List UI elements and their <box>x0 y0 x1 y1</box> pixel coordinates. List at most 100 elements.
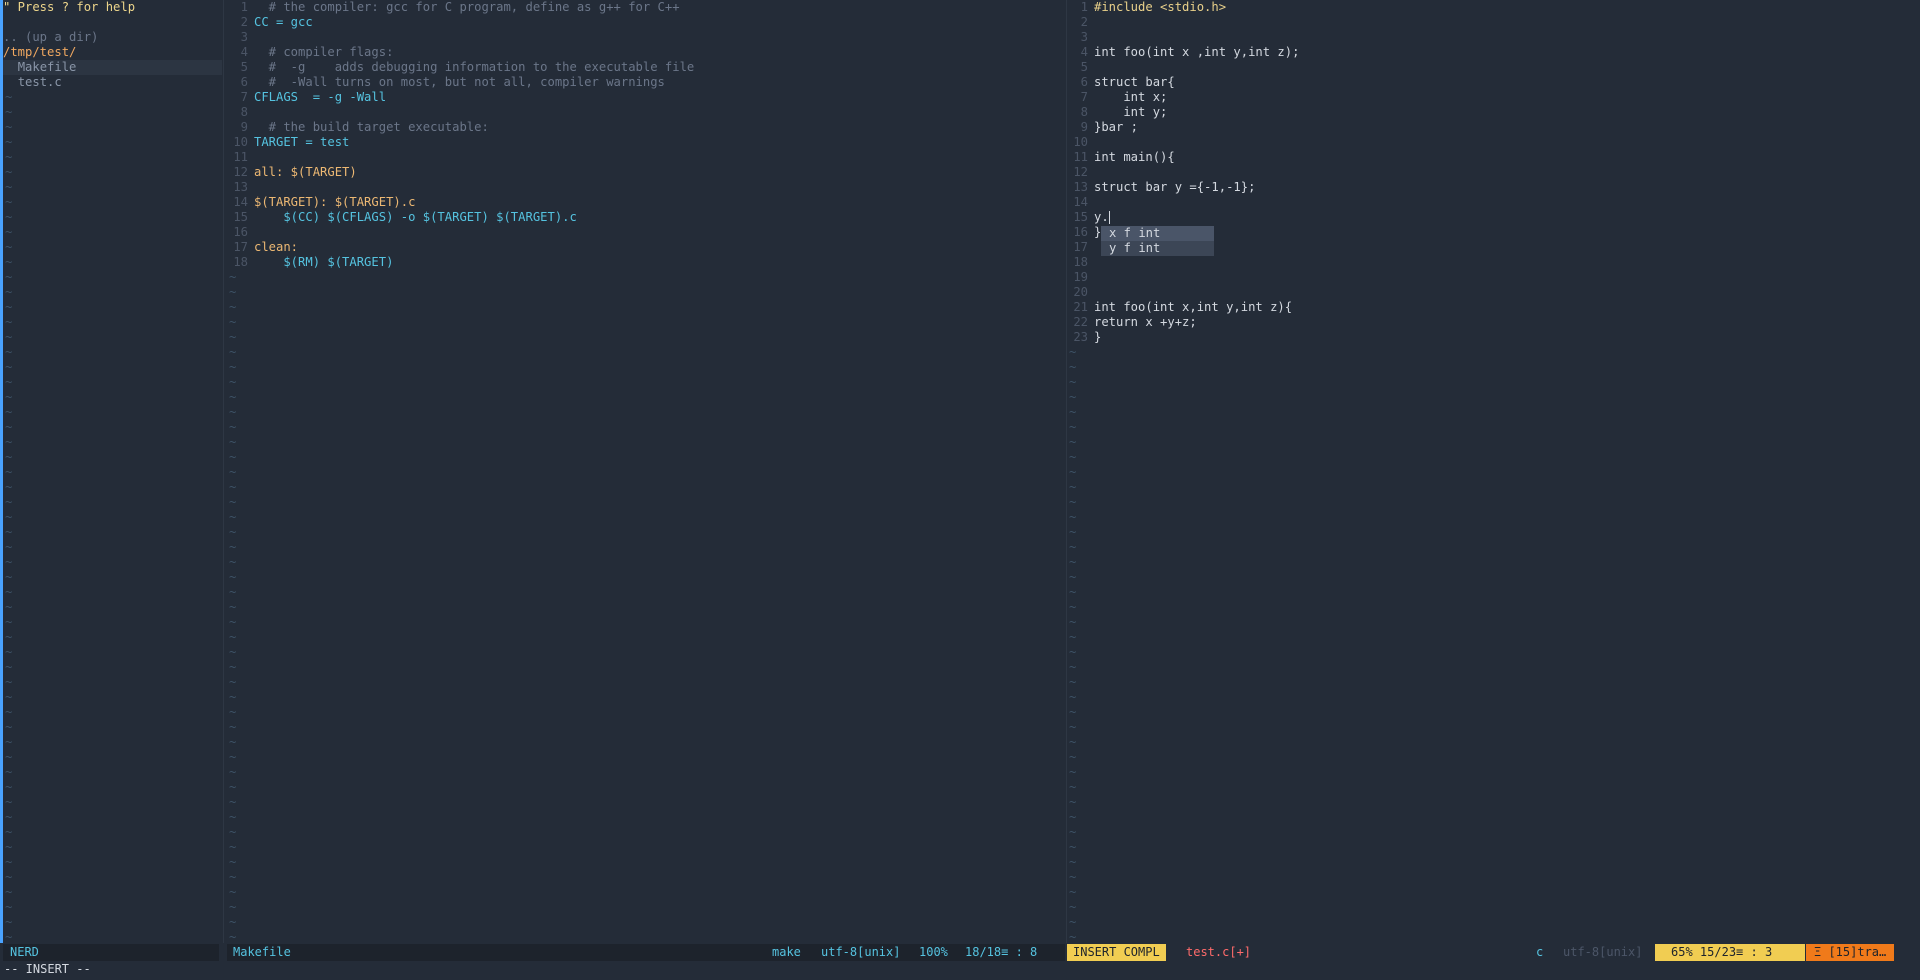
line-number: 6 <box>1080 75 1088 89</box>
code-line[interactable]: 3 <box>227 30 1065 45</box>
empty-line-marker: ~ <box>5 270 13 284</box>
code-line[interactable]: 2 CC = gcc <box>227 15 1065 30</box>
line-number: 11 <box>1073 150 1088 164</box>
empty-line-marker: ~ <box>229 480 237 494</box>
code-line[interactable]: 15 y. <box>1067 210 1920 225</box>
code-line[interactable]: 11 int main(){ <box>1067 150 1920 165</box>
code-line[interactable]: 12 <box>1067 165 1920 180</box>
empty-line-marker: ~ <box>5 615 13 629</box>
code-line[interactable]: 16 <box>227 225 1065 240</box>
code-line[interactable]: 5 <box>1067 60 1920 75</box>
code-text: $(CC) $(CFLAGS) -o $(TARGET) $(TARGET).c <box>254 210 577 224</box>
code-line[interactable]: 17 clean: <box>227 240 1065 255</box>
code-text: CC = gcc <box>254 15 313 29</box>
code-line[interactable]: 20 <box>1067 285 1920 300</box>
line-number: 10 <box>233 135 248 149</box>
empty-line-marker: ~ <box>5 600 13 614</box>
code-line[interactable]: 4 int foo(int x ,int y,int z); <box>1067 45 1920 60</box>
testc-editor[interactable]: 1 #include <stdio.h> 2 3 4 int foo(int x ,int… <box>1067 0 1920 943</box>
code-text: int main(){ <box>1094 150 1175 164</box>
code-line[interactable]: 21 int foo(int x,int y,int z){ <box>1067 300 1920 315</box>
empty-line-marker: ~ <box>1069 510 1077 524</box>
empty-line-marker: ~ <box>1069 870 1077 884</box>
code-line[interactable]: 11 <box>227 150 1065 165</box>
status-warning: Ξ [15]tra… <box>1806 944 1894 961</box>
code-line[interactable]: 19 <box>1067 270 1920 285</box>
empty-line-marker: ~ <box>229 690 237 704</box>
empty-line-marker: ~ <box>5 930 13 943</box>
code-line[interactable]: 8 <box>227 105 1065 120</box>
empty-line-marker: ~ <box>5 465 13 479</box>
code-line[interactable]: 22 return x +y+z; <box>1067 315 1920 330</box>
code-line[interactable]: 14 $(TARGET): $(TARGET).c <box>227 195 1065 210</box>
status-mode-badge: INSERT COMPL <box>1067 944 1166 961</box>
code-line[interactable]: 13 <box>227 180 1065 195</box>
code-text: # -Wall turns on most, but not all, comp… <box>254 75 665 89</box>
code-line[interactable]: 8 int y; <box>1067 105 1920 120</box>
code-line[interactable]: 3 <box>1067 30 1920 45</box>
code-line[interactable]: 1 #include <stdio.h> <box>1067 0 1920 15</box>
code-line[interactable]: 9}bar ; <box>1067 120 1920 135</box>
line-number: 18 <box>1073 255 1088 269</box>
line-number: 2 <box>240 15 248 29</box>
empty-line-marker: ~ <box>5 705 13 719</box>
completion-popup[interactable]: x f int y f int <box>1101 226 1214 256</box>
empty-line-marker: ~ <box>5 510 13 524</box>
code-text: # -g adds debugging information to the e… <box>254 60 695 74</box>
line-number: 18 <box>233 255 248 269</box>
code-text: return x +y+z; <box>1094 315 1197 329</box>
code-line[interactable]: 6 # -Wall turns on most, but not all, co… <box>227 75 1065 90</box>
line-number: 7 <box>1080 90 1088 104</box>
empty-line-marker: ~ <box>1069 705 1077 719</box>
empty-line-marker: ~ <box>229 645 237 659</box>
empty-line-marker: ~ <box>229 900 237 914</box>
line-number: 17 <box>1073 240 1088 254</box>
code-line[interactable]: 13 struct bar y ={-1,-1}; <box>1067 180 1920 195</box>
empty-line-marker: ~ <box>5 165 13 179</box>
completion-item[interactable]: y f int <box>1101 241 1214 256</box>
code-line[interactable]: 15 $(CC) $(CFLAGS) -o $(TARGET) $(TARGET… <box>227 210 1065 225</box>
status-make-filename: Makefile <box>233 945 291 959</box>
empty-line-marker: ~ <box>1069 750 1077 764</box>
code-text: int foo(int x,int y,int z){ <box>1094 300 1293 314</box>
nerdtree-up-dir[interactable]: .. (up a dir) <box>3 30 222 45</box>
command-line[interactable]: -- INSERT -- <box>4 961 91 978</box>
code-line[interactable]: 12 all: $(TARGET) <box>227 165 1065 180</box>
empty-line-marker: ~ <box>229 735 237 749</box>
line-number: 6 <box>240 75 248 89</box>
code-text: CFLAGS = -g -Wall <box>254 90 387 104</box>
empty-line-marker: ~ <box>229 660 237 674</box>
code-line[interactable]: 7 CFLAGS = -g -Wall <box>227 90 1065 105</box>
code-line[interactable]: 7 int x; <box>1067 90 1920 105</box>
empty-line-marker: ~ <box>229 390 237 404</box>
nerdtree-root[interactable]: /tmp/test/ <box>3 45 222 60</box>
code-line[interactable]: 23} <box>1067 330 1920 345</box>
empty-line-marker: ~ <box>229 555 237 569</box>
code-line[interactable]: 18 $(RM) $(TARGET) <box>227 255 1065 270</box>
nerdtree-file-makefile[interactable]: Makefile <box>3 60 222 75</box>
empty-line-marker: ~ <box>5 900 13 914</box>
empty-line-marker: ~ <box>5 285 13 299</box>
empty-line-marker: ~ <box>5 195 13 209</box>
code-line[interactable]: 1 # the compiler: gcc for C program, def… <box>227 0 1065 15</box>
code-line[interactable]: 18 <box>1067 255 1920 270</box>
empty-line-marker: ~ <box>5 345 13 359</box>
empty-line-marker: ~ <box>229 630 237 644</box>
line-number: 7 <box>240 90 248 104</box>
status-c-filename: test.c[+] <box>1186 945 1252 959</box>
code-line[interactable]: 10 TARGET = test <box>227 135 1065 150</box>
code-line[interactable]: 14 <box>1067 195 1920 210</box>
code-line[interactable]: 2 <box>1067 15 1920 30</box>
completion-item[interactable]: x f int <box>1101 226 1214 241</box>
makefile-editor[interactable]: 1 # the compiler: gcc for C program, def… <box>227 0 1065 943</box>
nerdtree-file-testc[interactable]: test.c <box>3 75 222 90</box>
split-divider[interactable] <box>223 0 224 943</box>
code-line[interactable]: 6 struct bar{ <box>1067 75 1920 90</box>
code-line[interactable]: 5 # -g adds debugging information to the… <box>227 60 1065 75</box>
line-number: 10 <box>1073 135 1088 149</box>
code-line[interactable]: 10 <box>1067 135 1920 150</box>
empty-line-marker: ~ <box>229 675 237 689</box>
nerdtree-pane[interactable]: " Press ? for help .. (up a dir) /tmp/te… <box>0 0 222 943</box>
code-line[interactable]: 4 # compiler flags: <box>227 45 1065 60</box>
code-line[interactable]: 9 # the build target executable: <box>227 120 1065 135</box>
